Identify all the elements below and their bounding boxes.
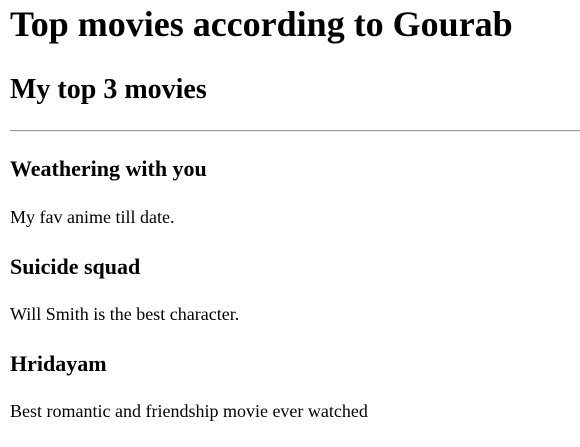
movie-description-weathering-with-you: My fav anime till date.: [10, 207, 175, 227]
section-heading: My top 3 movies: [10, 74, 207, 105]
movie-description-suicide-squad: Will Smith is the best character.: [10, 304, 240, 324]
movie-page: Top movies according to Gourab My top 3 …: [0, 0, 580, 447]
movie-title-weathering-with-you: Weathering with you: [10, 156, 207, 181]
movie-title-suicide-squad: Suicide squad: [10, 254, 141, 279]
movie-title-hridayam: Hridayam: [10, 351, 107, 376]
horizontal-divider: [10, 130, 580, 132]
page-title: Top movies according to Gourab: [10, 4, 513, 44]
movie-description-hridayam: Best romantic and friendship movie ever …: [10, 401, 368, 421]
